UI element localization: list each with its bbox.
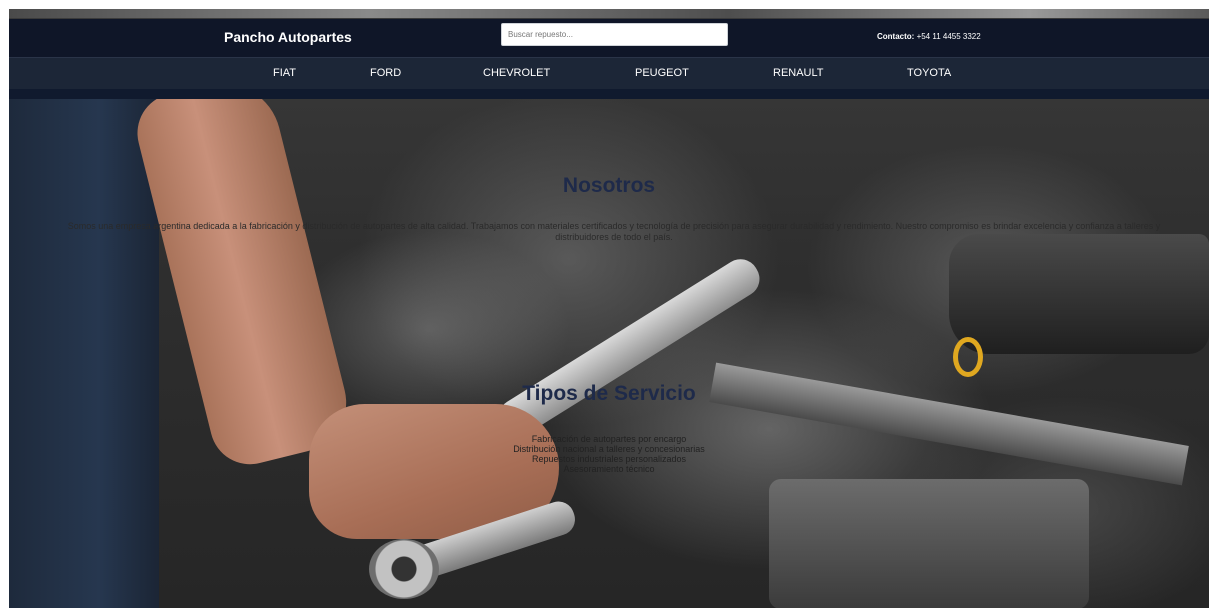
page: Pancho Autopartes Contacto: +54 11 4455 … [9,9,1209,608]
top-photo-strip [9,9,1209,18]
contact-phone: +54 11 4455 3322 [916,32,981,41]
list-item: Fabricación de autopartes por encargo [531,434,687,444]
nav-item-toyota[interactable]: TOYOTA [907,67,951,79]
brand-name[interactable]: Pancho Autopartes [224,29,352,45]
services-title: Tipos de Servicio [522,382,696,405]
contact-info: Contacto: +54 11 4455 3322 [877,32,981,41]
services-list: Fabricación de autopartes por encargo Di… [9,434,1209,474]
search-input[interactable] [501,23,728,46]
list-item: Asesoramiento técnico [563,464,655,474]
socket-wrench [369,539,439,599]
nav-item-fiat[interactable]: FIAT [273,67,296,79]
engine-cover [949,234,1209,354]
about-title: Nosotros [562,174,656,197]
about-text: Somos una empresa argentina dedicada a l… [67,221,1161,242]
nav-item-ford[interactable]: FORD [370,67,401,79]
list-item: Repuestos industriales personalizados [531,454,687,464]
nav-item-renault[interactable]: RENAULT [773,67,824,79]
nav-underbar [9,89,1209,99]
top-header: Pancho Autopartes Contacto: +54 11 4455 … [9,19,1209,57]
brand-nav: FIAT FORD CHEVROLET PEUGEOT RENAULT TOYO… [9,57,1209,89]
oil-cap [953,337,983,377]
mechanic-arm [129,70,357,473]
nav-item-chevrolet[interactable]: CHEVROLET [483,67,550,79]
contact-label: Contacto: [877,32,915,41]
list-item: Distribución nacional a talleres y conce… [513,444,705,454]
wrench [491,252,767,444]
engine-block [769,479,1089,608]
nav-item-peugeot[interactable]: PEUGEOT [635,67,689,79]
